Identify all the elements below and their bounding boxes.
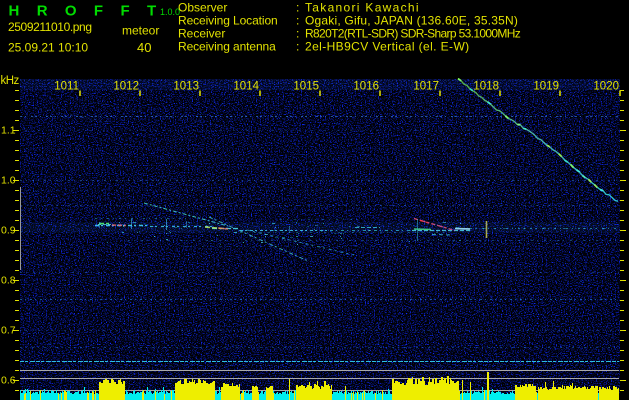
svg-text:1020: 1020 xyxy=(593,81,619,93)
svg-text::: : xyxy=(296,14,299,28)
svg-text:1015: 1015 xyxy=(293,81,319,93)
svg-text:1012: 1012 xyxy=(113,81,139,93)
svg-text:1014: 1014 xyxy=(233,81,259,93)
svg-text:0.8: 0.8 xyxy=(1,275,16,287)
svg-text:1.1: 1.1 xyxy=(1,125,16,137)
svg-text:1013: 1013 xyxy=(173,81,199,93)
svg-text:1011: 1011 xyxy=(54,81,79,93)
svg-text:Receiving Location: Receiving Location xyxy=(178,14,278,28)
svg-text:meteor: meteor xyxy=(122,23,159,37)
svg-text:Observer: Observer xyxy=(178,1,227,15)
svg-text::: : xyxy=(296,1,299,15)
svg-text:1017: 1017 xyxy=(413,81,439,93)
svg-text:25.09.21 10:10: 25.09.21 10:10 xyxy=(8,41,88,55)
svg-text:40: 40 xyxy=(137,40,151,55)
svg-text:H R O F F T: H R O F F T xyxy=(9,2,163,19)
svg-text:Ogaki, Gifu, JAPAN (136.60E, 3: Ogaki, Gifu, JAPAN (136.60E, 35.35N) xyxy=(305,14,518,28)
svg-text::: : xyxy=(296,27,299,41)
svg-text:1016: 1016 xyxy=(353,81,379,93)
svg-text:0.9: 0.9 xyxy=(1,225,16,237)
svg-text:1.0: 1.0 xyxy=(1,175,16,187)
svg-text::: : xyxy=(296,40,299,54)
svg-text:0.6: 0.6 xyxy=(1,375,16,387)
svg-text:1019: 1019 xyxy=(533,81,559,93)
svg-text:Receiving antenna: Receiving antenna xyxy=(178,40,276,54)
svg-text:Receiver: Receiver xyxy=(178,27,225,41)
svg-text:2el-HB9CV Vertical (el. E-W): 2el-HB9CV Vertical (el. E-W) xyxy=(305,40,470,54)
svg-text:1018: 1018 xyxy=(473,81,499,93)
svg-text:R820T2(RTL-SDR) SDR-Sharp 53.1: R820T2(RTL-SDR) SDR-Sharp 53.1000MHz xyxy=(305,27,521,41)
svg-text:0.7: 0.7 xyxy=(1,325,16,337)
svg-text:2509211010.png: 2509211010.png xyxy=(8,20,92,34)
svg-text:Takanori Kawachi: Takanori Kawachi xyxy=(305,1,420,15)
svg-text:kHz: kHz xyxy=(1,75,20,87)
